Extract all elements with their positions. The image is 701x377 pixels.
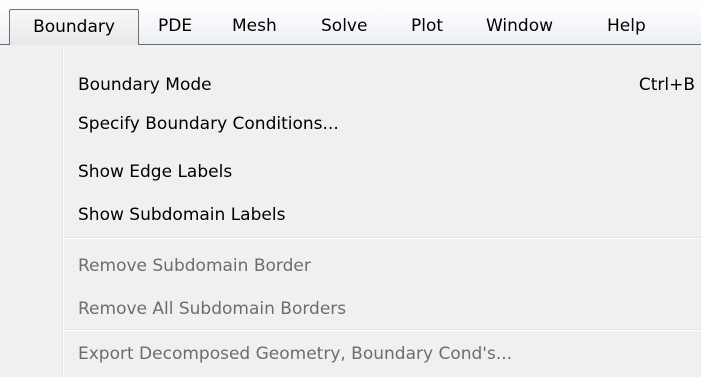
menu-pde[interactable]: PDE: [158, 9, 192, 43]
menu-item-label: Remove Subdomain Border: [78, 256, 311, 276]
menu-plot[interactable]: Plot: [411, 9, 443, 43]
menu-window[interactable]: Window: [486, 9, 553, 43]
menu-help[interactable]: Help: [607, 9, 646, 43]
menu-item-label: Show Subdomain Labels: [78, 205, 286, 225]
menu-item-label: Remove All Subdomain Borders: [78, 299, 347, 319]
menu-item-show-subdomain-labels[interactable]: Show Subdomain Labels: [78, 197, 701, 233]
shortcut-label: Ctrl+B: [638, 75, 695, 95]
menu-solve[interactable]: Solve: [321, 9, 367, 43]
menu-item-label: Boundary Mode: [78, 75, 212, 95]
menu-item-show-edge-labels[interactable]: Show Edge Labels: [78, 154, 701, 190]
menu-mesh[interactable]: Mesh: [232, 9, 277, 43]
menu-item-label: Show Edge Labels: [78, 162, 233, 182]
menu-boundary[interactable]: Boundary: [9, 9, 139, 45]
menu-gutter-divider-highlight: [63, 45, 64, 377]
menu-bar: Boundary PDE Mesh Solve Plot Window Help: [0, 0, 701, 47]
menu-item-remove-all-subdomain-borders: Remove All Subdomain Borders: [78, 291, 701, 327]
menu-item-export-decomposed-geometry: Export Decomposed Geometry, Boundary Con…: [78, 336, 701, 372]
menu-item-specify-boundary-conditions[interactable]: Specify Boundary Conditions...: [78, 106, 701, 142]
menu-item-boundary-mode[interactable]: Boundary Mode Ctrl+B: [78, 67, 701, 103]
boundary-dropdown-menu: Boundary Mode Ctrl+B Specify Boundary Co…: [0, 44, 701, 377]
menu-item-label: Export Decomposed Geometry, Boundary Con…: [78, 344, 513, 364]
menu-item-label: Specify Boundary Conditions...: [78, 114, 339, 134]
menu-separator: [64, 329, 701, 331]
menu-separator: [64, 237, 701, 239]
menu-item-remove-subdomain-border: Remove Subdomain Border: [78, 248, 701, 284]
